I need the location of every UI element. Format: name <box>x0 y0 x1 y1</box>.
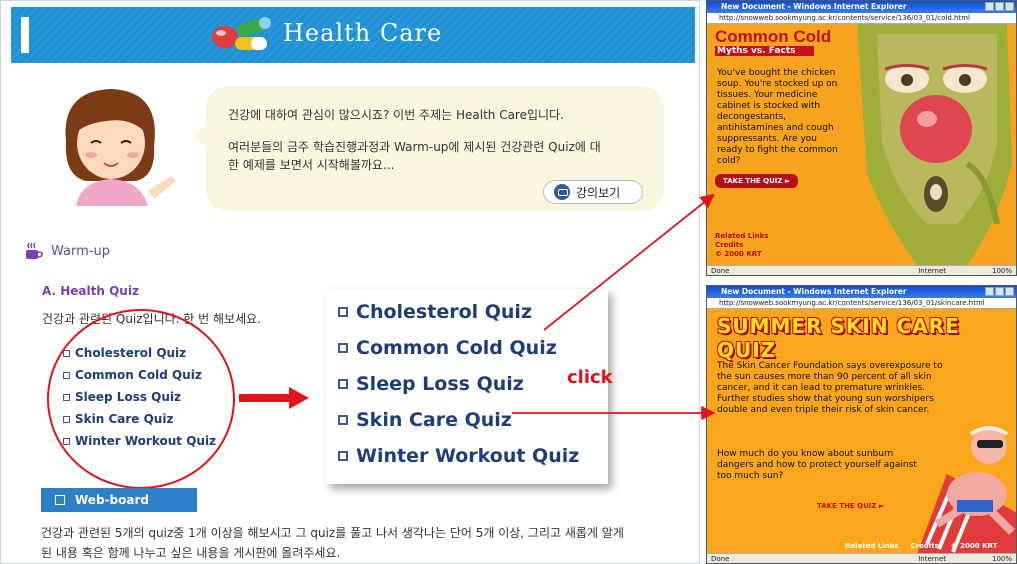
window-title: New Document - Windows Internet Explorer <box>721 2 907 11</box>
teacher-illustration <box>65 89 176 206</box>
watch-lecture-button[interactable]: 강의보기 <box>543 180 643 204</box>
status-zoom[interactable]: 100% <box>992 266 1012 275</box>
zoom-quiz-label: Sleep Loss Quiz <box>356 373 524 395</box>
cold-heading: Common Cold <box>715 27 832 46</box>
zoom-quiz-label: Winter Workout Quiz <box>356 445 580 467</box>
skin-paragraph-1: The Skin Cancer Foundation says overexpo… <box>717 361 943 415</box>
zoom-quiz-label: Common Cold Quiz <box>356 337 557 359</box>
status-done: Done <box>711 555 730 563</box>
course-page: Health Care 건강에 대하여 관심이 많으시죠? 이번 주제는 Hea… <box>0 0 700 564</box>
page-title: Health Care <box>283 19 443 47</box>
status-done: Done <box>711 267 730 275</box>
credits-link[interactable]: Credits <box>715 241 768 250</box>
bullet-square-icon <box>338 415 348 425</box>
related-links[interactable]: Related Links <box>715 232 768 241</box>
skin-paragraph-2: How much do you know about sunburn dange… <box>717 449 917 481</box>
coffee-cup-icon <box>26 242 43 259</box>
watch-lecture-label: 강의보기 <box>576 185 621 200</box>
close-icon[interactable] <box>1005 287 1014 296</box>
close-icon[interactable] <box>1005 2 1014 11</box>
copyright-text: © 2000 KRT <box>715 250 762 258</box>
credits-link[interactable]: Credits <box>910 542 938 550</box>
address-bar[interactable]: http://snowweb.sookmyung.ac.kr/contents/… <box>707 13 1016 24</box>
take-quiz-button[interactable]: TAKE THE QUIZ ► <box>817 502 884 510</box>
composite-screenshot: Health Care 건강에 대하여 관심이 많으시죠? 이번 주제는 Hea… <box>0 0 1017 564</box>
webboard-label: Web-board <box>75 493 149 507</box>
status-zone: Internet <box>918 267 946 275</box>
webboard-tab[interactable]: Web-board <box>41 488 197 512</box>
intro-line-2: 여러분들의 금주 학습진행과정과 Warm-up에 제시된 건강관련 Quiz에… <box>228 140 601 154</box>
skin-page-content: SUMMER SKIN CARE QUIZ The Skin Cancer Fo… <box>707 309 1016 553</box>
warmup-heading: Warm-up <box>23 241 110 261</box>
cold-footer-links: Related Links Credits © 2000 KRT <box>715 232 768 259</box>
cold-subheading: Myths vs. Facts <box>715 46 814 56</box>
status-bar: Done Internet 100% <box>707 553 1016 563</box>
minimize-icon[interactable] <box>985 2 994 11</box>
intro-line-3: 한 예제를 보면서 시작해볼까요... <box>228 158 395 172</box>
board-icon <box>55 495 65 505</box>
video-icon <box>554 184 570 200</box>
zoom-quiz-link-winter-workout[interactable]: Winter Workout Quiz <box>338 438 579 474</box>
page-header: Health Care <box>11 7 695 63</box>
zoom-quiz-link-skin-care[interactable]: Skin Care Quiz <box>338 402 579 438</box>
sick-face-illustration <box>847 24 1016 265</box>
health-quiz-title: A. Health Quiz <box>42 284 139 298</box>
zoom-quiz-link-cholesterol[interactable]: Cholesterol Quiz <box>338 294 579 330</box>
window-title-bar: New Document - Windows Internet Explorer <box>707 286 1016 298</box>
cold-page-content: Common Cold Myths vs. Facts You've bough… <box>707 24 1016 265</box>
bullet-square-icon <box>338 307 348 317</box>
bullet-square-icon <box>338 379 348 389</box>
click-annotation: click <box>567 367 613 388</box>
skin-heading: SUMMER SKIN CARE QUIZ <box>717 314 960 362</box>
zoomed-quiz-list: Cholesterol Quiz Common Cold Quiz Sleep … <box>326 289 608 484</box>
window-title-bar: New Document - Windows Internet Explorer <box>707 1 1016 13</box>
maximize-icon[interactable] <box>995 2 1004 11</box>
minimize-icon[interactable] <box>985 287 994 296</box>
related-links[interactable]: Related Links <box>845 542 898 550</box>
bubble-tail <box>192 124 208 148</box>
right-arrow-icon <box>239 387 309 409</box>
cold-body-text: You've bought the chicken soup. You're s… <box>717 68 838 166</box>
warmup-label: Warm-up <box>51 243 110 259</box>
copyright-text: © 2000 KRT <box>950 542 998 550</box>
maximize-icon[interactable] <box>995 287 1004 296</box>
webboard-instructions: 건강과 관련된 5개의 quiz중 1개 이상을 해보시고 그 quiz를 풀고… <box>41 523 681 563</box>
bullet-square-icon <box>338 451 348 461</box>
zoom-quiz-label: Cholesterol Quiz <box>356 301 533 323</box>
pills-icon <box>212 17 271 50</box>
zoom-quiz-link-common-cold[interactable]: Common Cold Quiz <box>338 330 579 366</box>
window-title: New Document - Windows Internet Explorer <box>721 287 907 296</box>
intro-speech-bubble: 건강에 대하여 관심이 많으시죠? 이번 주제는 Health Care입니다.… <box>192 86 664 211</box>
zoom-quiz-label: Skin Care Quiz <box>356 409 512 431</box>
webboard-text-line-1: 건강과 관련된 5개의 quiz중 1개 이상을 해보시고 그 quiz를 풀고… <box>41 526 624 540</box>
take-quiz-button[interactable]: TAKE THE QUIZ ► <box>715 174 799 188</box>
sunbather-illustration <box>917 426 1016 553</box>
ie-window-skin-care: New Document - Windows Internet Explorer… <box>706 285 1017 564</box>
header-accent-bar <box>21 17 29 53</box>
ie-window-common-cold: New Document - Windows Internet Explorer… <box>706 0 1017 276</box>
highlight-ellipse <box>47 309 235 489</box>
status-zone: Internet <box>918 555 946 563</box>
skin-footer: Related Links Credits © 2000 KRT <box>845 542 997 550</box>
address-bar[interactable]: http://snowweb.sookmyung.ac.kr/contents/… <box>707 298 1016 309</box>
status-zoom[interactable]: 100% <box>992 554 1012 563</box>
status-bar: Done Internet 100% <box>707 265 1016 275</box>
intro-line-1: 건강에 대하여 관심이 많으시죠? 이번 주제는 Health Care입니다. <box>228 108 564 122</box>
bullet-square-icon <box>338 343 348 353</box>
zoom-quiz-link-sleep-loss[interactable]: Sleep Loss Quiz <box>338 366 579 402</box>
webboard-text-line-2: 된 내용 혹은 함께 나누고 싶은 내용을 게시판에 올려주세요. <box>41 546 341 560</box>
